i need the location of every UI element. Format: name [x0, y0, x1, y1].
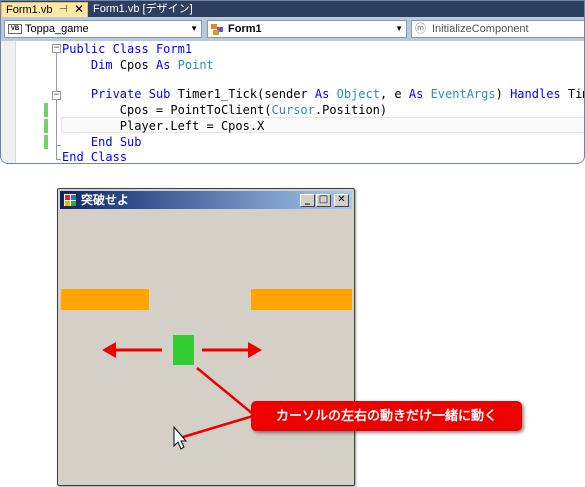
orange-block-left	[61, 289, 149, 310]
fold-toggle-sub[interactable]: −	[52, 91, 61, 100]
tab-label: Form1.vb	[6, 4, 53, 16]
navigation-bar: VB Toppa_game ▼ Form1 ▼ ⓜ InitializeCompon…	[1, 17, 584, 41]
change-marker	[44, 135, 48, 149]
fold-end-tick	[56, 159, 61, 160]
maximize-button[interactable]: □	[316, 194, 331, 207]
minimize-button[interactable]: _	[300, 194, 315, 207]
method-icon: ⓜ	[415, 23, 426, 35]
close-button[interactable]: ✕	[334, 194, 349, 207]
close-icon[interactable]: ✕	[74, 2, 84, 16]
code-line: Public Class Form1	[62, 42, 193, 56]
vb-file-icon: VB	[8, 24, 22, 34]
pin-icon[interactable]: ⊣	[59, 3, 68, 17]
member-dropdown-value: InitializeComponent	[432, 23, 529, 35]
callout-label: カーソルの左右の動きだけ一緒に動く	[251, 401, 522, 431]
object-dropdown[interactable]: Form1 ▼	[207, 20, 407, 38]
tab-form1-design[interactable]: Form1.vb [デザイン]	[89, 2, 197, 17]
change-marker	[44, 119, 48, 133]
code-line: Player.Left = Cpos.X	[119, 119, 265, 133]
code-line: Dim Cpos As Point	[90, 58, 214, 72]
document-tab-bar: Form1.vb ⊣ ✕ Form1.vb [デザイン]	[1, 1, 584, 17]
code-line: End Class	[62, 150, 128, 164]
fold-end-tick	[56, 145, 61, 146]
orange-block-right	[251, 289, 352, 310]
object-dropdown-value: Form1	[228, 23, 262, 35]
tab-form1-vb[interactable]: Form1.vb ⊣ ✕	[1, 2, 88, 17]
code-area[interactable]: − − Public Class Form1 Dim Cpos As Point…	[1, 41, 584, 164]
class-dropdown-value: Toppa_game	[25, 23, 89, 35]
fold-guide	[56, 53, 57, 159]
class-dropdown[interactable]: VB Toppa_game ▼	[4, 20, 202, 38]
member-dropdown[interactable]: ⓜ InitializeComponent	[411, 20, 584, 38]
object-icon	[211, 23, 225, 35]
form-title: 突破せよ	[81, 193, 130, 207]
code-line: End Sub	[90, 135, 142, 149]
form-title-bar[interactable]: 突破せよ _ □ ✕	[60, 191, 352, 209]
fold-toggle-class[interactable]: −	[52, 44, 61, 53]
form-icon	[63, 193, 77, 207]
code-editor-window: Form1.vb ⊣ ✕ Form1.vb [デザイン] VB Toppa_gam…	[0, 0, 585, 164]
chevron-down-icon[interactable]: ▼	[395, 21, 403, 37]
change-marker	[44, 103, 48, 117]
indicator-margin	[1, 41, 16, 163]
code-line: Cpos = PointToClient(Cursor.Position)	[119, 103, 388, 117]
game-form-window: 突破せよ _ □ ✕	[57, 188, 355, 486]
code-line: Private Sub Timer1_Tick(sender As Object…	[90, 87, 584, 101]
chevron-down-icon[interactable]: ▼	[190, 21, 198, 37]
player-paddle	[173, 335, 194, 365]
